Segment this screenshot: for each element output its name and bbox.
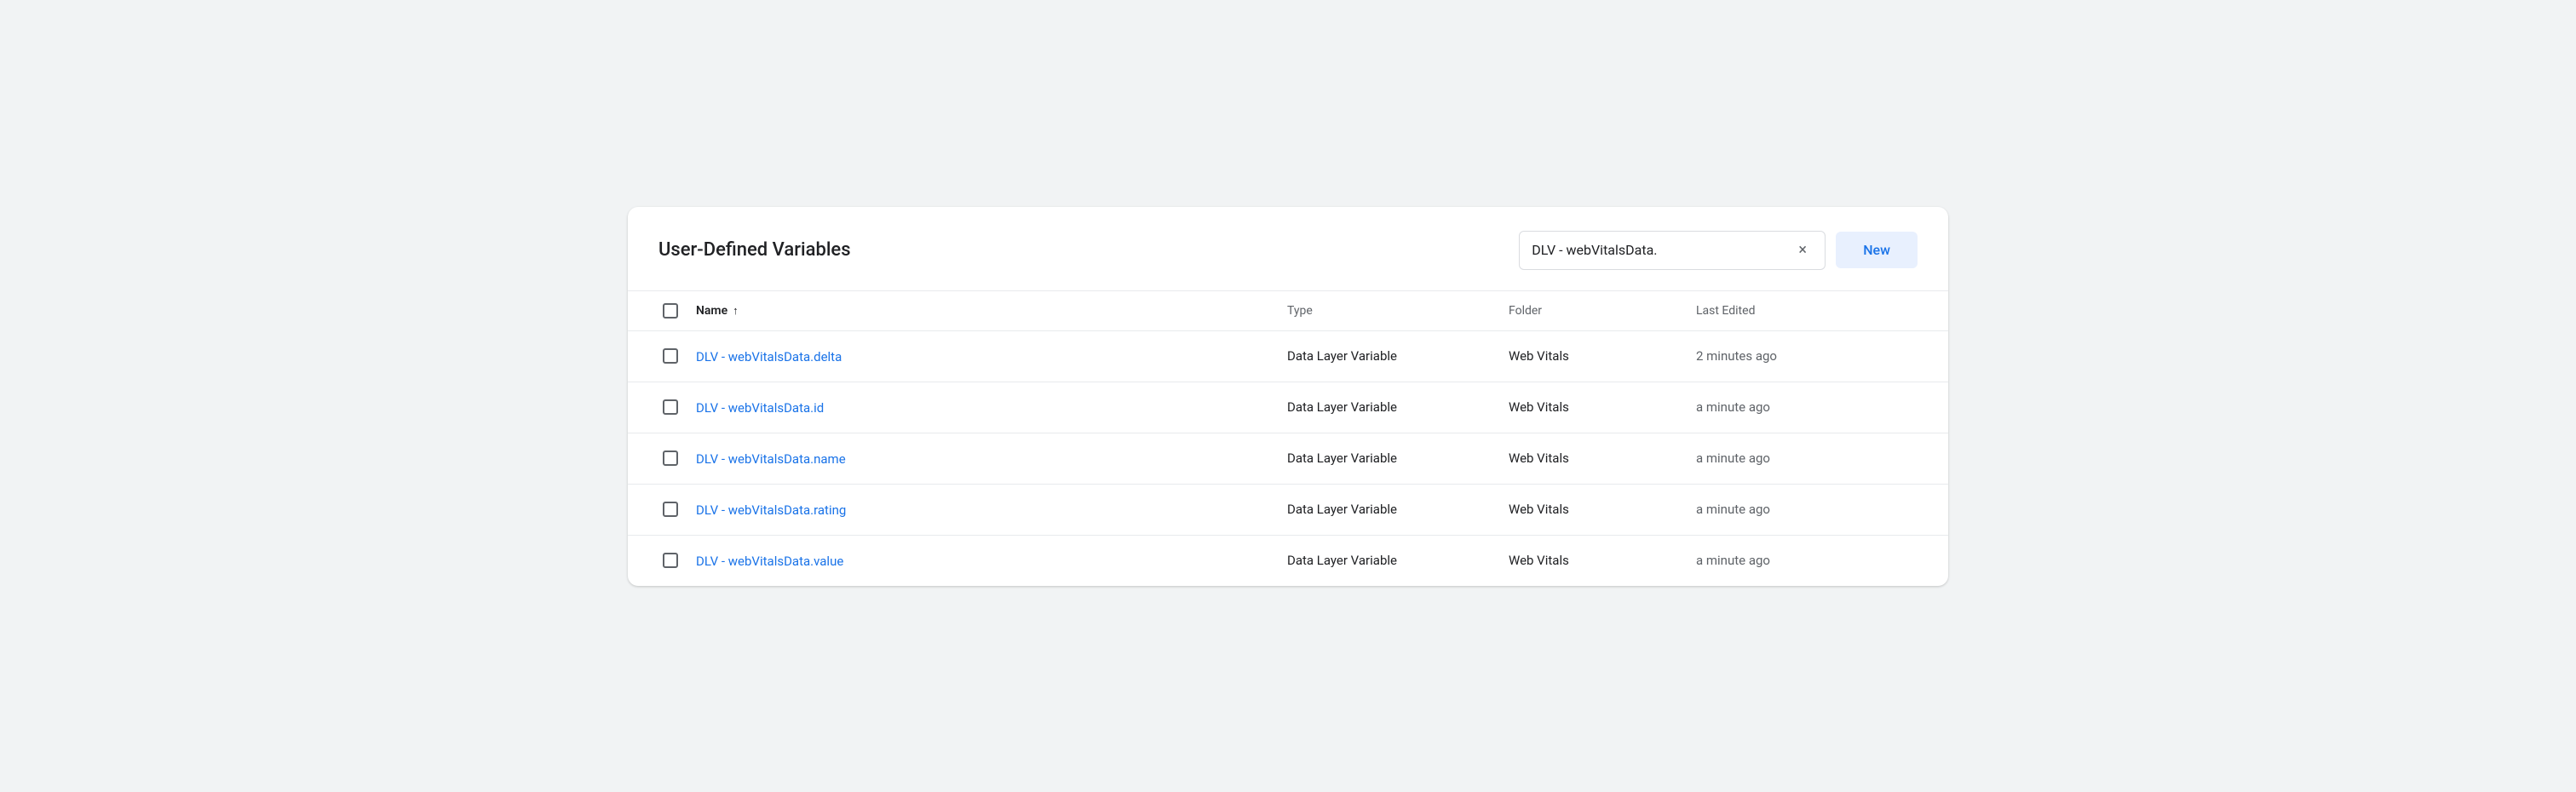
row-type-cell: Data Layer Variable bbox=[1287, 348, 1509, 364]
table-row: DLV - webVitalsData.name Data Layer Vari… bbox=[628, 433, 1948, 485]
row-name-cell: DLV - webVitalsData.id bbox=[696, 399, 1287, 416]
row-checkbox-cell[interactable] bbox=[645, 451, 696, 466]
variable-name-link[interactable]: DLV - webVitalsData.rating bbox=[696, 502, 846, 518]
row-last-edited-cell: a minute ago bbox=[1696, 399, 1918, 415]
row-name-cell: DLV - webVitalsData.name bbox=[696, 451, 1287, 467]
table-header: Name ↑ Type Folder Last Edited bbox=[628, 291, 1948, 331]
search-box: DLV - webVitalsData. × bbox=[1519, 231, 1826, 270]
table-body: DLV - webVitalsData.delta Data Layer Var… bbox=[628, 331, 1948, 586]
page-title: User-Defined Variables bbox=[658, 239, 851, 261]
search-value: DLV - webVitalsData. bbox=[1532, 242, 1785, 258]
row-type-cell: Data Layer Variable bbox=[1287, 399, 1509, 415]
row-checkbox-cell[interactable] bbox=[645, 553, 696, 568]
row-checkbox-cell[interactable] bbox=[645, 399, 696, 415]
column-header-type: Type bbox=[1287, 304, 1509, 318]
table-row: DLV - webVitalsData.value Data Layer Var… bbox=[628, 536, 1948, 586]
row-checkbox[interactable] bbox=[663, 348, 678, 364]
row-name-cell: DLV - webVitalsData.delta bbox=[696, 348, 1287, 364]
row-folder-cell: Web Vitals bbox=[1509, 553, 1696, 568]
row-last-edited-cell: a minute ago bbox=[1696, 502, 1918, 517]
variable-name-link[interactable]: DLV - webVitalsData.value bbox=[696, 554, 843, 569]
row-type-cell: Data Layer Variable bbox=[1287, 451, 1509, 466]
row-checkbox-cell[interactable] bbox=[645, 502, 696, 517]
row-folder-cell: Web Vitals bbox=[1509, 399, 1696, 415]
new-variable-button[interactable]: New bbox=[1836, 232, 1918, 268]
row-last-edited-cell: 2 minutes ago bbox=[1696, 348, 1918, 364]
header-actions: DLV - webVitalsData. × New bbox=[1519, 231, 1918, 270]
select-all-checkbox-cell[interactable] bbox=[645, 303, 696, 319]
row-checkbox[interactable] bbox=[663, 502, 678, 517]
row-last-edited-cell: a minute ago bbox=[1696, 451, 1918, 466]
row-name-cell: DLV - webVitalsData.value bbox=[696, 553, 1287, 569]
row-type-cell: Data Layer Variable bbox=[1287, 502, 1509, 517]
column-header-last-edited: Last Edited bbox=[1696, 304, 1918, 318]
row-last-edited-cell: a minute ago bbox=[1696, 553, 1918, 568]
row-checkbox[interactable] bbox=[663, 451, 678, 466]
select-all-checkbox[interactable] bbox=[663, 303, 678, 319]
row-checkbox-cell[interactable] bbox=[645, 348, 696, 364]
column-header-name-label: Name bbox=[696, 304, 727, 318]
main-container: User-Defined Variables DLV - webVitalsDa… bbox=[628, 207, 1948, 586]
variable-name-link[interactable]: DLV - webVitalsData.name bbox=[696, 451, 846, 467]
column-header-folder: Folder bbox=[1509, 304, 1696, 318]
row-type-cell: Data Layer Variable bbox=[1287, 553, 1509, 568]
row-folder-cell: Web Vitals bbox=[1509, 502, 1696, 517]
row-folder-cell: Web Vitals bbox=[1509, 451, 1696, 466]
table-row: DLV - webVitalsData.delta Data Layer Var… bbox=[628, 331, 1948, 382]
table-row: DLV - webVitalsData.rating Data Layer Va… bbox=[628, 485, 1948, 536]
row-folder-cell: Web Vitals bbox=[1509, 348, 1696, 364]
sort-arrow-icon: ↑ bbox=[733, 304, 739, 318]
variable-name-link[interactable]: DLV - webVitalsData.delta bbox=[696, 349, 842, 364]
table-row: DLV - webVitalsData.id Data Layer Variab… bbox=[628, 382, 1948, 433]
header: User-Defined Variables DLV - webVitalsDa… bbox=[628, 207, 1948, 291]
row-checkbox[interactable] bbox=[663, 399, 678, 415]
row-checkbox[interactable] bbox=[663, 553, 678, 568]
clear-search-icon[interactable]: × bbox=[1792, 240, 1813, 261]
row-name-cell: DLV - webVitalsData.rating bbox=[696, 502, 1287, 518]
variable-name-link[interactable]: DLV - webVitalsData.id bbox=[696, 400, 824, 416]
column-header-name[interactable]: Name ↑ bbox=[696, 304, 1287, 318]
